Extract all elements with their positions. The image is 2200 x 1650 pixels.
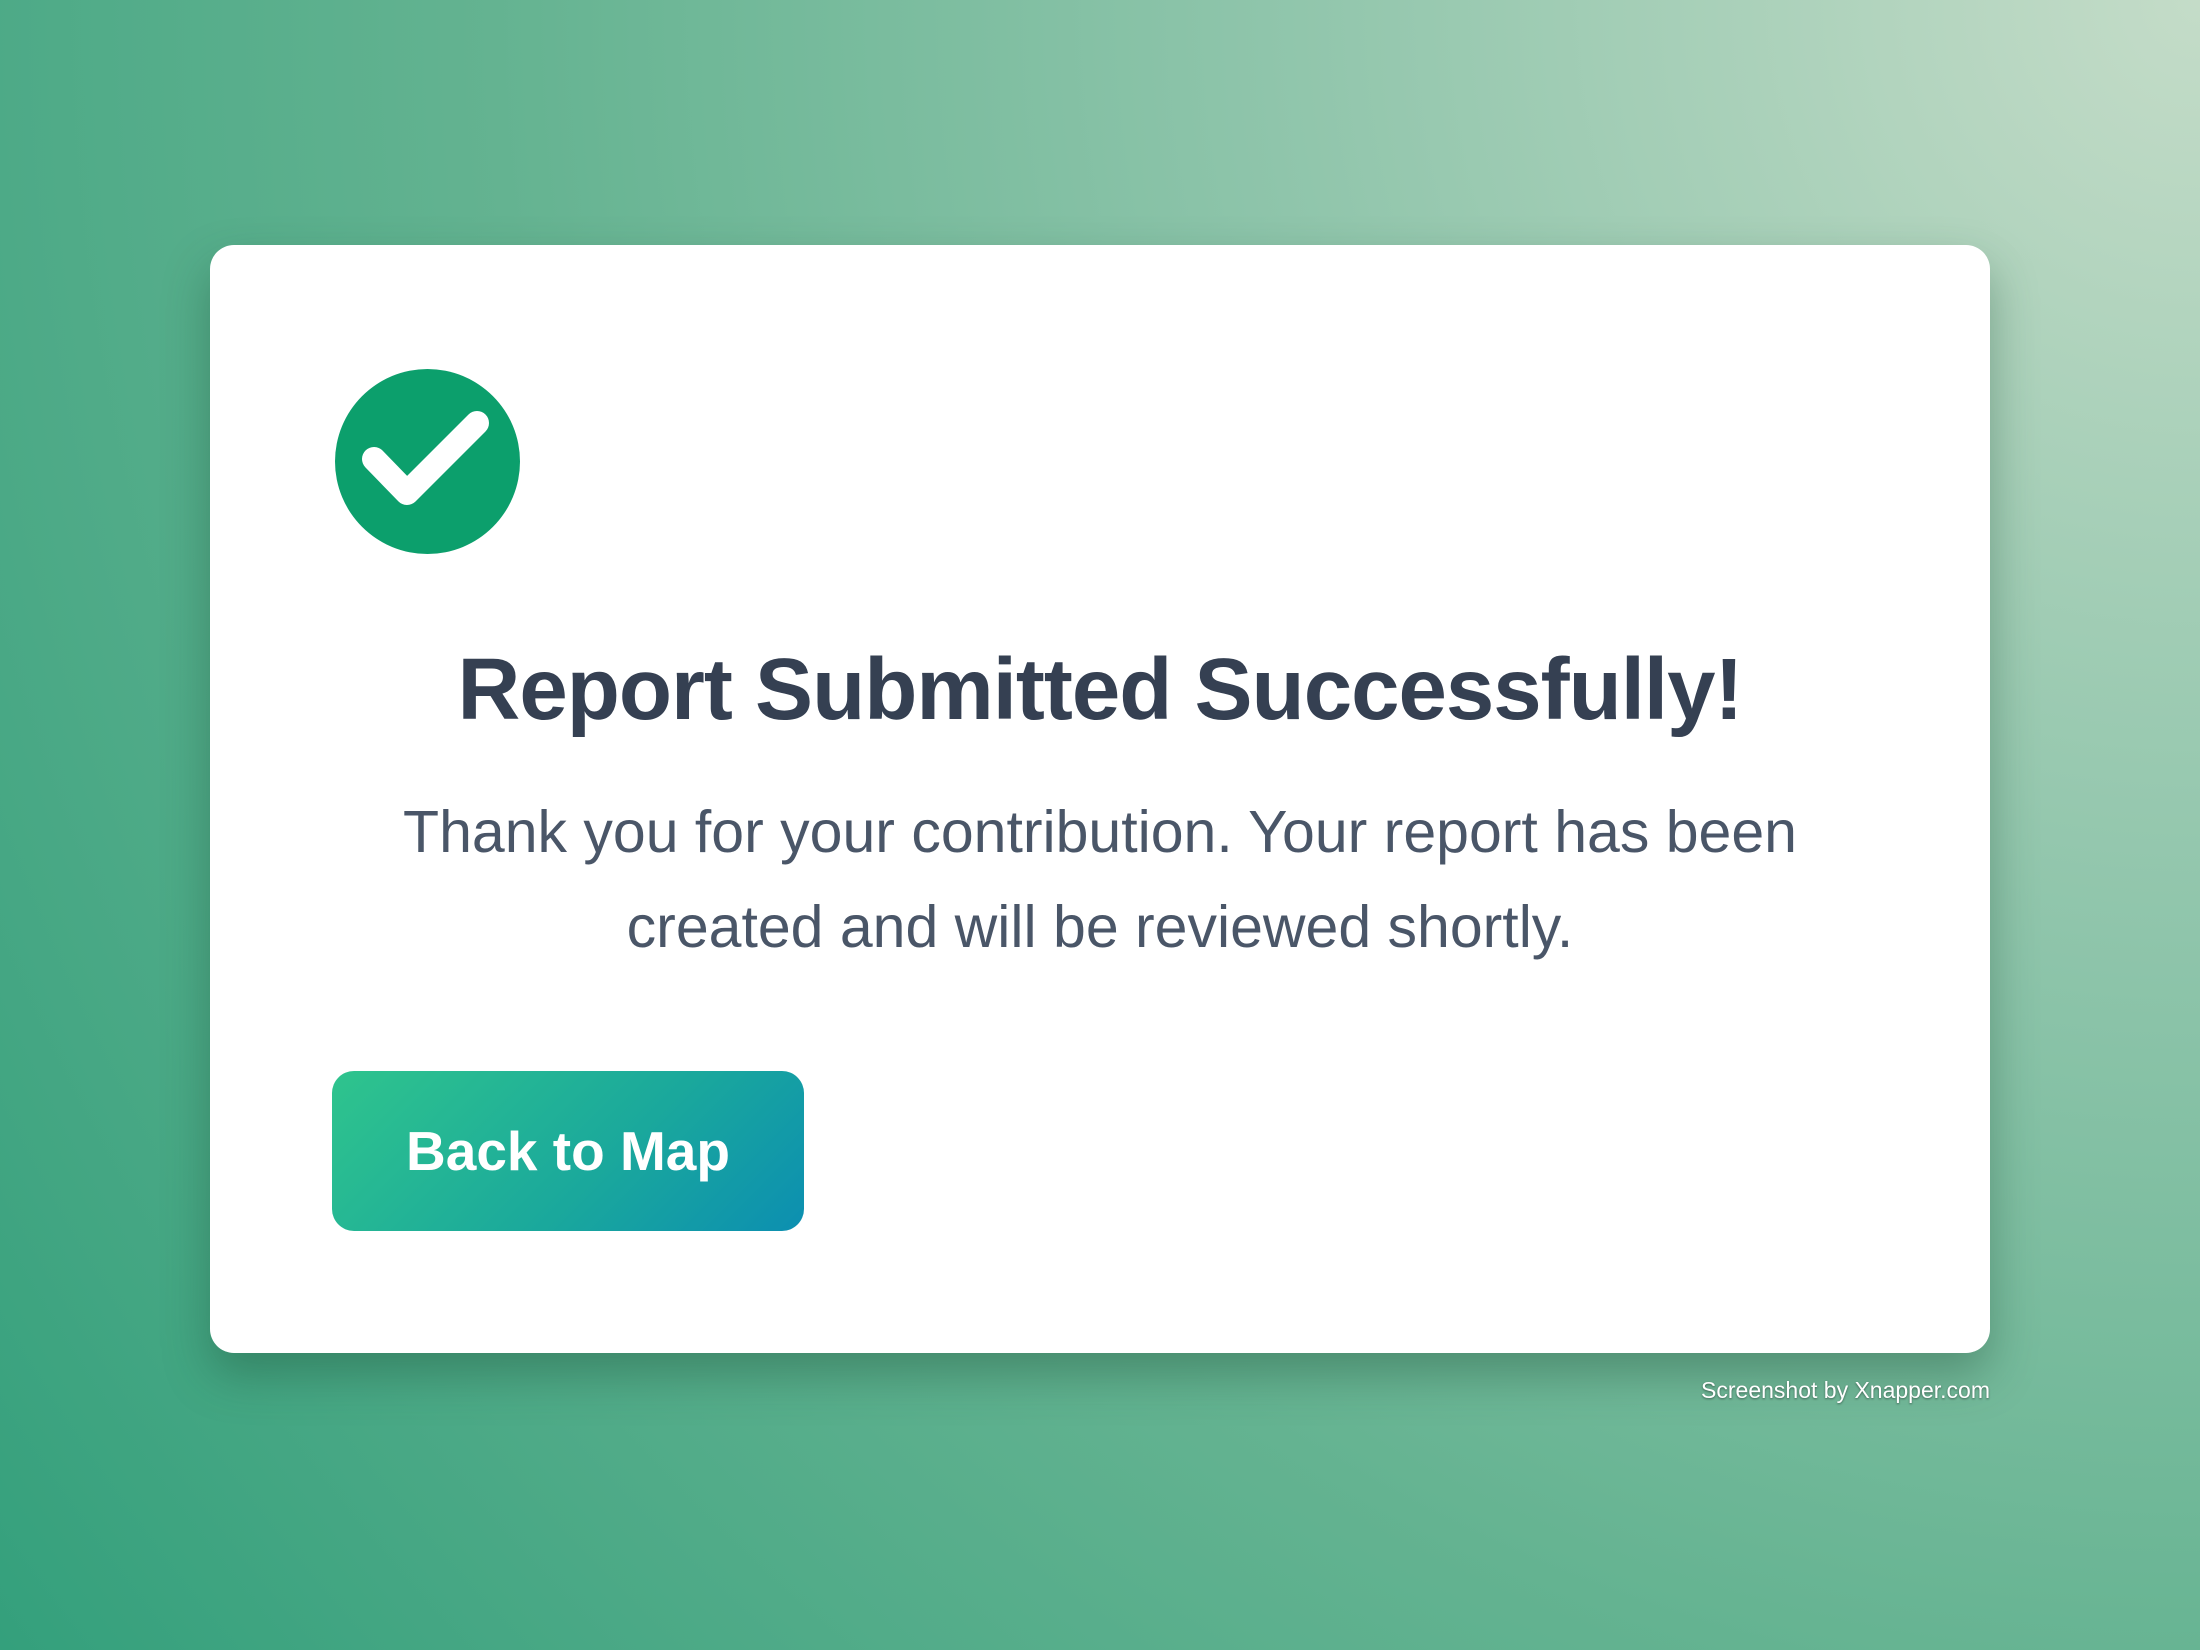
dialog-title: Report Submitted Successfully! — [457, 641, 1744, 738]
dialog-message: Thank you for your contribution. Your re… — [403, 799, 1797, 960]
check-circle-icon — [335, 369, 520, 554]
screenshot-watermark: Screenshot by Xnapper.com — [1701, 1377, 1990, 1403]
back-to-map-button[interactable]: Back to Map — [332, 1071, 804, 1231]
success-dialog: Report Submitted Successfully! Thank you… — [210, 245, 1990, 1353]
